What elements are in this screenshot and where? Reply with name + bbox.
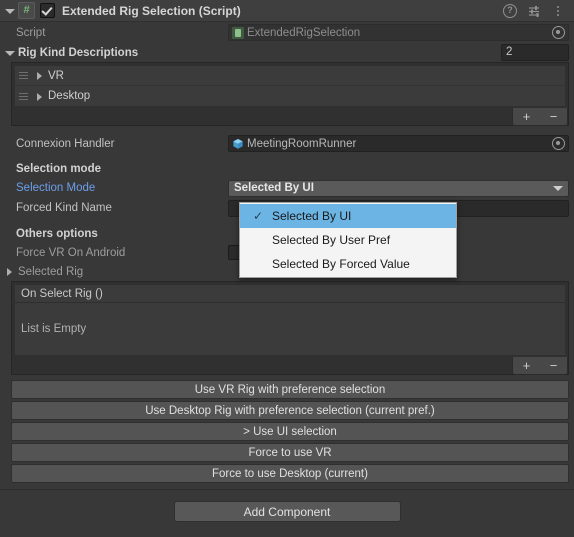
selected-rig-foldout-icon[interactable] — [4, 266, 15, 277]
add-component-area: Add Component — [0, 490, 574, 522]
rig-kind-descriptions-list-body: VR Desktop — [11, 62, 569, 109]
selection-mode-dropdown-menu[interactable]: ✓ Selected By UI Selected By User Pref S… — [239, 202, 457, 278]
component-foldout-arrow-icon[interactable] — [4, 5, 16, 17]
event-remove-button[interactable]: − — [545, 359, 563, 372]
connexion-handler-value: MeetingRoomRunner — [247, 137, 357, 150]
chevron-right-icon[interactable] — [34, 70, 45, 81]
script-object-value: ExtendedRigSelection — [247, 26, 361, 39]
force-vr-on-android-label: Force VR On Android — [16, 246, 126, 259]
event-add-button[interactable]: + — [518, 359, 536, 372]
connexion-handler-object-field[interactable]: MeetingRoomRunner — [228, 135, 569, 152]
selection-mode-value: Selected By UI — [234, 182, 314, 194]
use-desktop-rig-preference-button[interactable]: Use Desktop Rig with preference selectio… — [11, 401, 569, 420]
action-buttons: Use VR Rig with preference selection Use… — [11, 380, 569, 483]
use-ui-selection-button[interactable]: > Use UI selection — [11, 422, 569, 441]
list-item-label: Desktop — [48, 90, 91, 102]
help-icon[interactable]: ? — [503, 3, 517, 18]
header-icon-group: ? — [503, 3, 565, 18]
rig-kind-descriptions-list-buttons: + − — [512, 108, 568, 126]
on-select-rig-event: On Select Rig () List is Empty — [11, 281, 569, 358]
script-row: Script ExtendedRigSelection — [0, 22, 574, 43]
dropdown-option-label: Selected By Forced Value — [272, 257, 410, 271]
script-object-picker-icon[interactable] — [552, 26, 565, 39]
list-add-button[interactable]: + — [518, 110, 536, 123]
component-header[interactable]: # Extended Rig Selection (Script) ? — [0, 0, 574, 22]
script-asset-icon — [232, 26, 244, 39]
drag-handle-icon[interactable] — [19, 71, 31, 81]
use-vr-rig-preference-button[interactable]: Use VR Rig with preference selection — [11, 380, 569, 399]
on-select-rig-list-buttons: + − — [512, 357, 568, 375]
dropdown-option-selected-by-user-pref[interactable]: Selected By User Pref — [240, 228, 456, 252]
inspector-panel: # Extended Rig Selection (Script) ? Scri… — [0, 0, 574, 537]
component-title: Extended Rig Selection (Script) — [62, 3, 241, 18]
connexion-handler-row: Connexion Handler MeetingRoomRunner — [0, 134, 574, 153]
selected-rig-label: Selected Rig — [18, 265, 84, 278]
on-select-rig-header: On Select Rig () — [15, 285, 565, 303]
script-object-field[interactable]: ExtendedRigSelection — [228, 24, 569, 41]
on-select-rig-footer-wrap: + − — [11, 357, 569, 375]
chevron-right-icon[interactable] — [34, 91, 45, 102]
rig-kind-descriptions-list: VR Desktop + − — [11, 62, 569, 126]
selected-rig-label-wrap[interactable]: Selected Rig — [0, 266, 228, 278]
force-to-use-vr-button[interactable]: Force to use VR — [11, 443, 569, 462]
chevron-down-icon — [553, 185, 563, 191]
on-select-rig-list-footer: + − — [11, 357, 569, 375]
add-component-button[interactable]: Add Component — [173, 501, 401, 522]
on-select-rig-empty-text: List is Empty — [15, 303, 565, 355]
list-remove-button[interactable]: − — [545, 110, 563, 123]
drag-handle-icon[interactable] — [19, 91, 31, 101]
connexion-handler-picker-icon[interactable] — [552, 137, 565, 150]
rig-kind-descriptions-list-footer: + − — [11, 108, 569, 126]
connexion-handler-label: Connexion Handler — [16, 137, 115, 150]
rig-kind-descriptions-size-field[interactable]: 2 — [501, 44, 569, 61]
selection-mode-dropdown[interactable]: Selected By UI — [228, 179, 569, 197]
dropdown-option-selected-by-ui[interactable]: ✓ Selected By UI — [240, 204, 456, 228]
list-item[interactable]: Desktop — [15, 86, 565, 106]
rig-kind-descriptions-row[interactable]: Rig Kind Descriptions 2 — [0, 43, 574, 62]
others-options-header: Others options — [16, 227, 98, 240]
list-item[interactable]: VR — [15, 66, 565, 86]
gameobject-icon — [232, 138, 244, 150]
selection-mode-section-header-row: Selection mode — [0, 159, 574, 178]
selection-mode-label: Selection Mode — [16, 182, 96, 194]
check-icon: ✓ — [252, 209, 264, 223]
selection-mode-row: Selection Mode Selected By UI — [0, 178, 574, 198]
rig-kind-descriptions-label-wrap[interactable]: Rig Kind Descriptions — [0, 47, 228, 59]
rig-kind-descriptions-label: Rig Kind Descriptions — [18, 46, 139, 59]
csharp-script-icon: # — [18, 2, 35, 19]
component-enabled-checkbox[interactable] — [40, 3, 55, 18]
rig-kind-descriptions-foldout-icon[interactable] — [4, 47, 16, 59]
script-label: Script — [16, 26, 46, 39]
more-menu-icon[interactable] — [551, 4, 565, 18]
dropdown-option-selected-by-forced-value[interactable]: Selected By Forced Value — [240, 252, 456, 276]
dropdown-option-label: Selected By User Pref — [272, 233, 391, 247]
list-item-label: VR — [48, 69, 64, 82]
preset-icon[interactable] — [527, 4, 541, 18]
dropdown-option-label: Selected By UI — [272, 209, 352, 223]
force-to-use-desktop-button[interactable]: Force to use Desktop (current) — [11, 464, 569, 483]
forced-kind-name-label: Forced Kind Name — [16, 202, 112, 214]
selection-mode-section-header: Selection mode — [16, 162, 101, 175]
